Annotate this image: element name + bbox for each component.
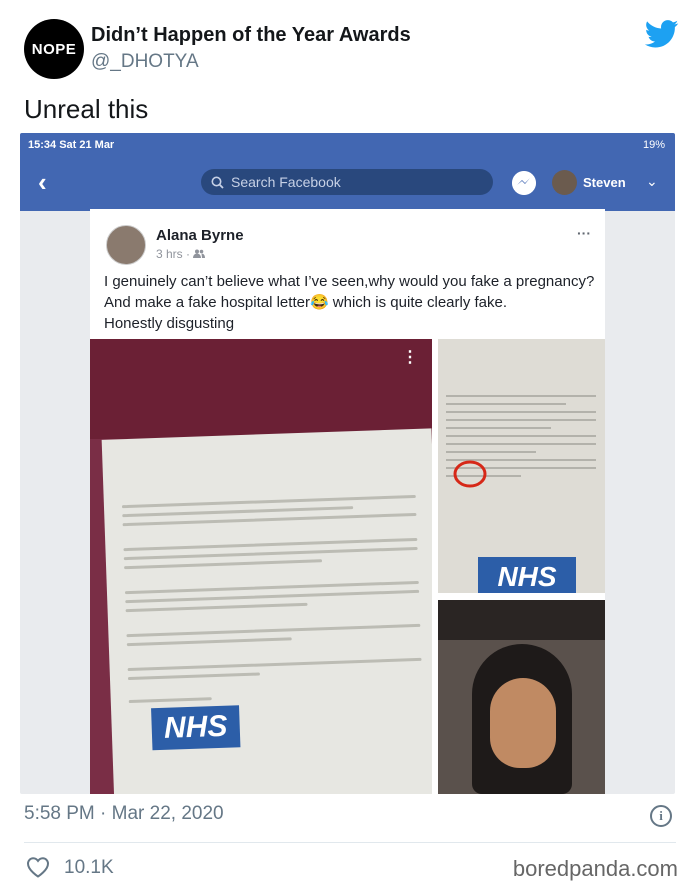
selfie-face — [490, 678, 556, 768]
post-photo-selfie[interactable] — [438, 600, 605, 794]
twitter-bird-icon[interactable] — [645, 20, 679, 48]
heart-icon[interactable] — [26, 856, 50, 878]
post-author-avatar[interactable] — [106, 225, 146, 265]
post-meta: 3 hrs · — [156, 247, 206, 261]
friends-icon — [193, 249, 206, 258]
messenger-icon[interactable] — [512, 171, 536, 195]
post-text-line: And make a fake hospital letter😂 which i… — [104, 294, 508, 311]
like-count[interactable]: 10.1K — [64, 857, 114, 879]
user-avatar[interactable] — [552, 170, 577, 195]
post-text: I genuinely can’t believe what I’ve seen… — [104, 271, 599, 334]
nhs-logo: NHS — [151, 705, 241, 751]
image-menu-icon[interactable]: ⋮ — [402, 347, 418, 367]
embedded-screenshot[interactable]: 15:34 Sat 21 Mar 19% ‹ Search Facebook S… — [20, 133, 675, 794]
post-time[interactable]: 3 hrs · — [156, 247, 190, 261]
account-avatar[interactable]: NOPE — [24, 19, 84, 79]
post-options-button[interactable]: ··· — [577, 225, 591, 241]
search-input[interactable]: Search Facebook — [201, 169, 493, 195]
facebook-nav-bar: ‹ Search Facebook Steven ⌄ — [20, 155, 675, 211]
search-icon — [211, 176, 224, 189]
user-name[interactable]: Steven — [583, 175, 626, 190]
tweet-text: Unreal this — [24, 94, 149, 124]
chevron-down-icon[interactable]: ⌄ — [646, 173, 658, 190]
search-placeholder: Search Facebook — [231, 174, 341, 190]
post-text-line: Honestly disgusting — [104, 315, 235, 332]
facebook-post: Alana Byrne 3 hrs · ··· I genuinely can’… — [90, 209, 605, 794]
status-battery: 19% — [642, 139, 665, 151]
ios-status-bar: 15:34 Sat 21 Mar 19% — [20, 133, 675, 155]
post-text-line: I genuinely can’t believe what I’ve seen… — [104, 273, 595, 290]
post-photo-letter-closeup[interactable]: NHS — [438, 339, 605, 593]
highlight-circle — [453, 460, 487, 488]
account-handle[interactable]: @_DHOTYA — [91, 51, 199, 73]
account-name[interactable]: Didn’t Happen of the Year Awards — [91, 24, 411, 47]
divider — [24, 842, 676, 843]
letter-paper: NHS — [101, 428, 432, 794]
nhs-logo-closeup: NHS — [478, 557, 576, 593]
tweet-timestamp[interactable]: 5:58 PM · Mar 22, 2020 — [24, 803, 224, 825]
post-photo-letter[interactable]: NHS ⋮ — [90, 339, 432, 794]
post-author-name[interactable]: Alana Byrne — [156, 227, 244, 244]
watermark: boredpanda.com — [512, 856, 678, 881]
back-button[interactable]: ‹ — [38, 167, 47, 198]
tweet-header: NOPE Didn’t Happen of the Year Awards @_… — [0, 0, 700, 90]
status-time: 15:34 Sat 21 Mar — [28, 139, 115, 151]
info-icon[interactable]: i — [650, 805, 672, 827]
